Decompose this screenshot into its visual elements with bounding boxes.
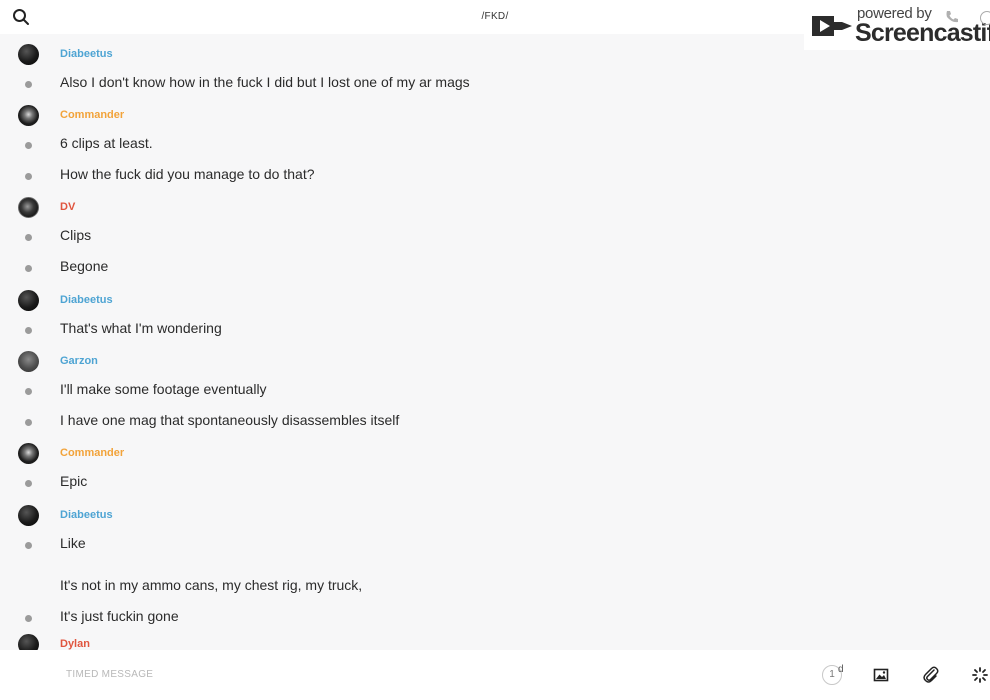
read-receipt-dot [25,81,32,88]
message-text: Epic [60,473,88,489]
message-text: 6 clips at least. [60,135,153,151]
sender-name[interactable]: Garzon [60,355,98,367]
read-receipt-dot [25,388,32,395]
sender-name[interactable]: Dylan [60,638,90,650]
avatar[interactable] [18,634,39,650]
avatar[interactable] [18,290,39,311]
message-text: I have one mag that spontaneously disass… [60,412,400,428]
timer-value: 1 [829,669,835,680]
avatar[interactable] [18,44,39,65]
avatar[interactable] [18,443,39,464]
message-text: It's not in my ammo cans, my chest rig, … [60,577,363,593]
avatar[interactable] [18,105,39,126]
avatar[interactable] [18,505,39,526]
composer-bar: TIMED MESSAGE 1 [0,650,990,700]
sender-name[interactable]: Diabeetus [60,294,113,306]
avatar[interactable] [18,351,39,372]
sender-name[interactable]: DV [60,201,75,213]
read-receipt-dot [25,615,32,622]
message-text: Like [60,535,86,551]
message-input[interactable]: TIMED MESSAGE [66,669,153,680]
read-receipt-dot [25,173,32,180]
message-text: Begone [60,258,109,274]
read-receipt-dot [25,234,32,241]
message-text: How the fuck did you manage to do that? [60,166,315,182]
avatar[interactable] [18,197,39,218]
message-text: It's just fuckin gone [60,608,179,624]
phone-icon[interactable] [944,9,960,25]
read-receipt-dot [25,265,32,272]
sender-name[interactable]: Diabeetus [60,509,113,521]
sparkle-icon[interactable] [972,667,988,683]
paperclip-icon[interactable] [922,665,940,685]
sender-name[interactable]: Commander [60,447,124,459]
sender-name[interactable]: Commander [60,109,124,121]
read-receipt-dot [25,419,32,426]
message-text: Also I don't know how in the fuck I did … [60,74,470,90]
image-icon[interactable] [873,667,889,683]
message-text: That's what I'm wondering [60,320,222,336]
message-text: I'll make some footage eventually [60,381,267,397]
read-receipt-dot [25,480,32,487]
message-text: Clips [60,227,92,243]
info-icon[interactable] [980,11,990,25]
timer-unit: d [838,664,844,675]
read-receipt-dot [25,542,32,549]
read-receipt-dot [25,142,32,149]
read-receipt-dot [25,327,32,334]
message-feed[interactable]: Diabeetus Also I don't know how in the fu… [0,34,990,650]
sender-name[interactable]: Diabeetus [60,48,113,60]
